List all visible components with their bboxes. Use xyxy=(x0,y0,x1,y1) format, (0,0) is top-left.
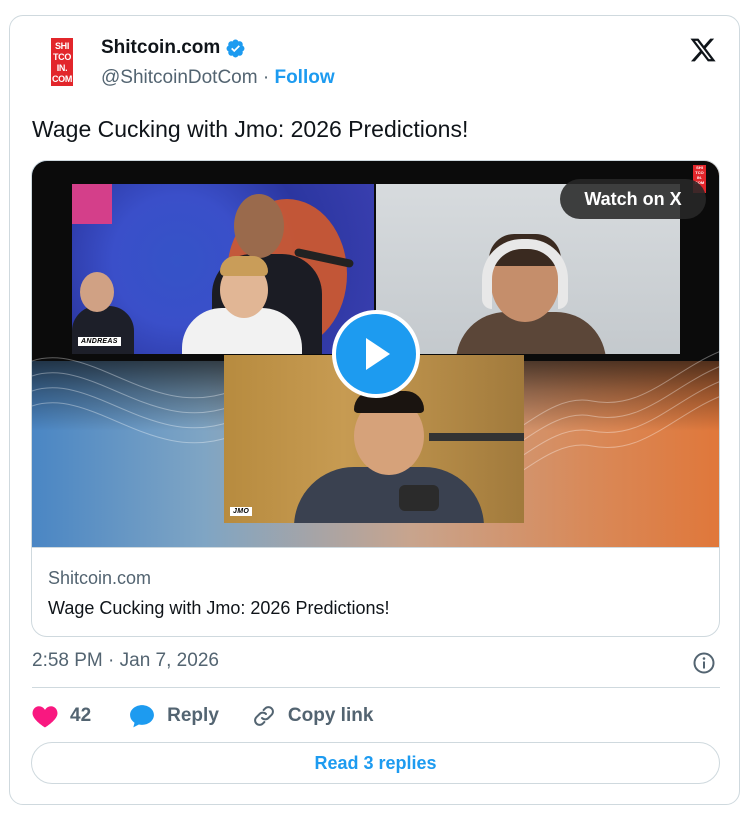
x-logo-icon[interactable] xyxy=(688,36,718,64)
shitcoin-logo: SHI TCO IN. COM xyxy=(51,38,73,86)
speaker-tag: JMO xyxy=(230,507,253,516)
author-display-name[interactable]: Shitcoin.com xyxy=(101,37,220,59)
microphone xyxy=(399,485,439,511)
post-timestamp[interactable]: 2:58 PM · Jan 7, 2026 xyxy=(32,650,219,672)
post-text: Wage Cucking with Jmo: 2026 Predictions! xyxy=(32,116,469,142)
info-icon[interactable] xyxy=(692,651,716,675)
copy-link-label: Copy link xyxy=(287,705,374,726)
speaker-tag: ANDREAS xyxy=(78,337,121,346)
link-icon xyxy=(253,706,274,726)
read-replies-button[interactable]: Read 3 replies xyxy=(31,742,720,784)
follow-button[interactable]: Follow xyxy=(274,67,334,88)
author-name-row: Shitcoin.com xyxy=(101,37,246,59)
headphones xyxy=(482,239,568,309)
heart-icon xyxy=(32,706,58,728)
like-count: 42 xyxy=(70,705,92,726)
link-preview[interactable]: Shitcoin.com Wage Cucking with Jmo: 2026… xyxy=(32,547,719,636)
video-thumbnail[interactable]: ANDREAS JMO SHI TCO IN. COM Watch on X xyxy=(32,161,719,547)
like-button[interactable]: 42 xyxy=(32,704,91,728)
reply-button[interactable]: Reply xyxy=(129,704,219,728)
media-link-card[interactable]: ANDREAS JMO SHI TCO IN. COM Watch on X S… xyxy=(31,160,720,637)
play-button[interactable] xyxy=(332,310,420,398)
author-handle-row: @ShitcoinDotCom · Follow xyxy=(101,67,335,89)
video-pane-andreas xyxy=(72,184,374,354)
verified-badge-icon xyxy=(226,39,245,57)
watch-on-x-button[interactable]: Watch on X xyxy=(560,179,706,219)
link-title: Wage Cucking with Jmo: 2026 Predictions! xyxy=(48,598,390,618)
link-domain: Shitcoin.com xyxy=(48,568,152,588)
author-handle[interactable]: @ShitcoinDotCom xyxy=(101,67,258,88)
action-bar: 42 Reply Copy link xyxy=(32,700,373,732)
reply-label: Reply xyxy=(167,705,219,726)
divider xyxy=(32,687,720,688)
copy-link-button[interactable]: Copy link xyxy=(252,704,374,728)
reply-bubble-icon xyxy=(130,705,155,728)
handle-separator: · xyxy=(262,67,270,88)
play-icon xyxy=(366,338,390,370)
author-avatar[interactable]: SHI TCO IN. COM xyxy=(42,37,82,87)
